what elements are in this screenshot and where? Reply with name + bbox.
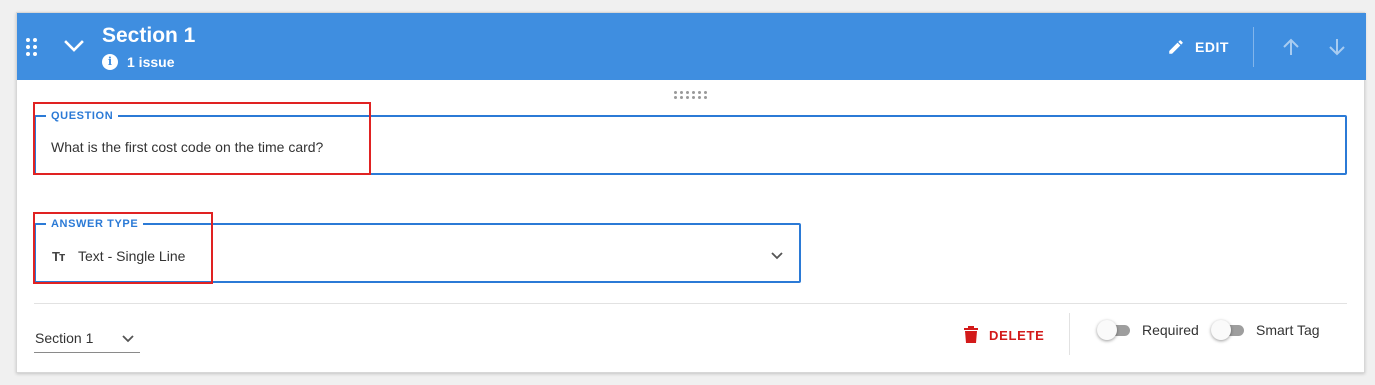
issue-indicator[interactable]: i 1 issue bbox=[102, 54, 174, 70]
issue-count: 1 issue bbox=[127, 54, 175, 70]
delete-button[interactable]: DELETE bbox=[963, 324, 1044, 346]
question-input[interactable]: What is the first cost code on the time … bbox=[51, 139, 323, 155]
delete-label: DELETE bbox=[989, 327, 1045, 343]
answer-type-label: ANSWER TYPE bbox=[46, 217, 144, 231]
section-header[interactable]: Section 1 i 1 issue EDIT bbox=[17, 13, 1366, 80]
collapse-chevron-icon[interactable] bbox=[63, 35, 85, 57]
answer-type-text: Text - Single Line bbox=[78, 248, 186, 264]
smart-tag-switch[interactable] bbox=[1211, 320, 1244, 340]
section-card: Section 1 i 1 issue EDIT QUESTION What i… bbox=[16, 12, 1366, 373]
pencil-icon bbox=[1169, 40, 1183, 54]
text-type-icon: Tт bbox=[52, 248, 65, 264]
smart-tag-toggle[interactable]: Smart Tag bbox=[1211, 320, 1320, 340]
move-up-arrow-icon[interactable] bbox=[1279, 35, 1303, 59]
section-title: Section 1 bbox=[102, 24, 196, 47]
section-select[interactable]: Section 1 bbox=[34, 327, 140, 353]
move-down-arrow-icon[interactable] bbox=[1325, 35, 1349, 59]
answer-type-value: Tт Text - Single Line bbox=[52, 248, 185, 264]
footer-divider bbox=[34, 303, 1347, 304]
question-label: QUESTION bbox=[46, 109, 119, 123]
section-select-value: Section 1 bbox=[35, 330, 94, 346]
footer-vertical-divider bbox=[1069, 313, 1070, 355]
required-switch[interactable] bbox=[1097, 320, 1130, 340]
edit-label: EDIT bbox=[1195, 39, 1229, 55]
trash-icon bbox=[964, 326, 978, 343]
required-label: Required bbox=[1142, 322, 1199, 338]
chevron-down-icon bbox=[121, 331, 135, 345]
header-divider bbox=[1253, 27, 1254, 67]
smart-tag-label: Smart Tag bbox=[1256, 322, 1320, 338]
required-toggle[interactable]: Required bbox=[1097, 320, 1199, 340]
drag-handle-icon[interactable] bbox=[26, 38, 40, 56]
edit-button[interactable]: EDIT bbox=[1167, 35, 1229, 59]
resize-grip-icon[interactable] bbox=[674, 91, 708, 101]
question-field[interactable]: QUESTION What is the first cost code on … bbox=[34, 109, 1347, 175]
info-icon: i bbox=[102, 54, 118, 70]
answer-type-select[interactable]: ANSWER TYPE Tт Text - Single Line bbox=[34, 217, 801, 283]
chevron-down-icon[interactable] bbox=[769, 247, 785, 263]
